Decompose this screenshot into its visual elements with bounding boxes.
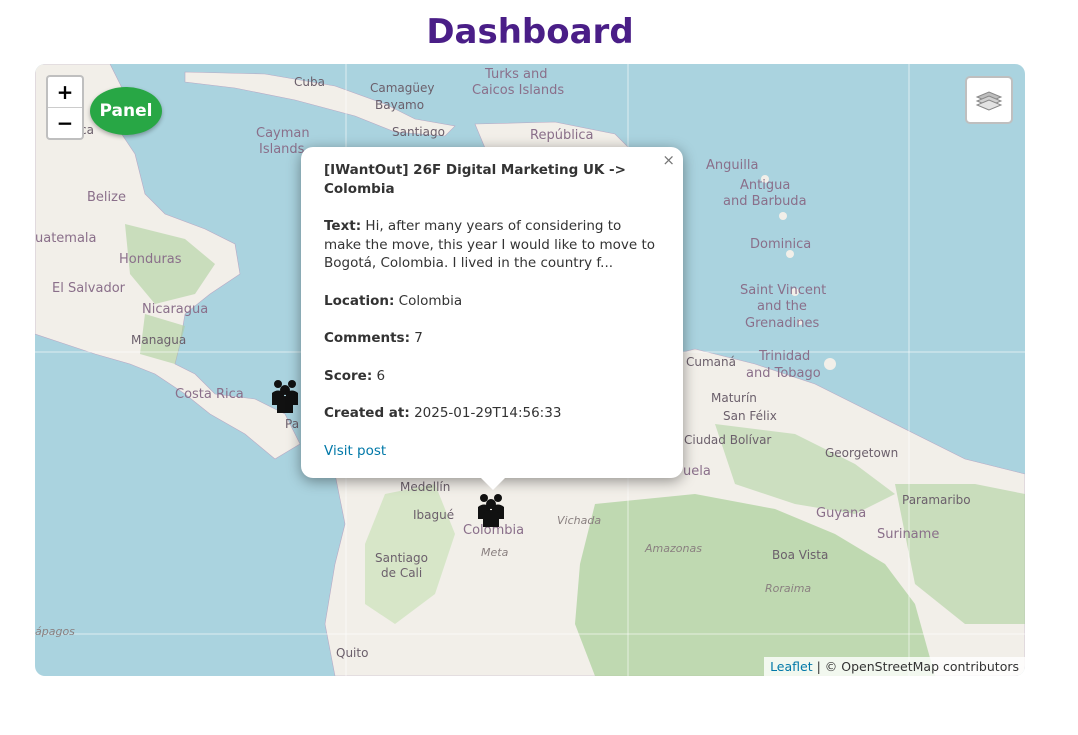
label-cuba: Cuba bbox=[294, 75, 325, 89]
popup-score-value: 6 bbox=[372, 367, 386, 384]
layers-control[interactable] bbox=[965, 76, 1013, 124]
label-ibague: Ibagué bbox=[413, 508, 454, 522]
label-antigua-1: Antigua bbox=[740, 178, 790, 193]
popup-score: Score: 6 bbox=[324, 367, 661, 386]
label-ciudad-bolivar: Ciudad Bolívar bbox=[684, 433, 771, 447]
leaflet-link[interactable]: Leaflet bbox=[770, 659, 813, 674]
label-cumana: Cumaná bbox=[686, 355, 736, 369]
popup-text: Text: Hi, after many years of considerin… bbox=[324, 217, 661, 273]
label-georgetown: Georgetown bbox=[825, 446, 898, 460]
label-guatemala: uatemala bbox=[35, 231, 97, 246]
label-svincent-3: Grenadines bbox=[745, 316, 819, 331]
label-honduras: Honduras bbox=[119, 252, 182, 267]
island bbox=[779, 212, 787, 220]
label-santiago-cali-2: de Cali bbox=[381, 566, 422, 580]
label-antigua-2: and Barbuda bbox=[723, 194, 807, 209]
popup-location-label: Location: bbox=[324, 292, 395, 309]
popup-created-label: Created at: bbox=[324, 405, 410, 421]
group-icon bbox=[478, 494, 504, 527]
popup-text-value: Hi, after many years of considering to m… bbox=[324, 218, 655, 271]
popup-close-button[interactable]: × bbox=[662, 151, 675, 170]
popup-location-value: Colombia bbox=[394, 292, 463, 309]
label-el-salvador: El Salvador bbox=[52, 281, 126, 296]
label-trinidad-1: Trinidad bbox=[758, 349, 810, 364]
popup-tip bbox=[480, 477, 506, 490]
label-pa: Pa bbox=[285, 417, 299, 431]
label-san-felix: San Félix bbox=[723, 409, 777, 423]
popup-comments-value: 7 bbox=[409, 330, 423, 346]
label-suriname: Suriname bbox=[877, 527, 939, 542]
label-amazonas: Amazonas bbox=[644, 542, 702, 555]
group-icon bbox=[272, 380, 298, 413]
label-galapagos: ápagos bbox=[35, 625, 75, 638]
marker-colombia[interactable] bbox=[475, 489, 507, 529]
label-maturin: Maturín bbox=[711, 391, 757, 405]
label-camaguey: Camagüey bbox=[370, 81, 434, 95]
popup-location: Location: Colombia bbox=[324, 292, 661, 311]
popup-text-label: Text: bbox=[324, 218, 362, 234]
page-title: Dashboard bbox=[426, 12, 634, 52]
zoom-in-button[interactable]: + bbox=[48, 77, 82, 107]
label-cayman-2: Islands bbox=[259, 142, 305, 157]
label-guyana: Guyana bbox=[816, 506, 866, 521]
marker-costa-rica[interactable] bbox=[269, 375, 301, 415]
label-meta: Meta bbox=[481, 546, 509, 559]
label-dominica: Dominica bbox=[750, 237, 811, 252]
label-roraima: Roraima bbox=[765, 582, 811, 595]
label-turks-2: Caicos Islands bbox=[472, 83, 564, 98]
popup-title: [IWantOut] 26F Digital Marketing UK -> C… bbox=[324, 162, 626, 197]
label-santiago-cali-1: Santiago bbox=[375, 551, 428, 565]
visit-post-link[interactable]: Visit post bbox=[324, 443, 386, 459]
post-popup: × [IWantOut] 26F Digital Marketing UK ->… bbox=[301, 147, 683, 490]
panel-button[interactable]: Panel bbox=[90, 87, 162, 135]
map-attribution: Leaflet | © OpenStreetMap contributors bbox=[764, 657, 1025, 676]
label-belize: Belize bbox=[87, 190, 126, 205]
layers-icon bbox=[975, 91, 1003, 111]
popup-score-label: Score: bbox=[324, 367, 373, 384]
label-santiago: Santiago bbox=[392, 125, 445, 139]
label-svincent-2: and the bbox=[757, 299, 807, 314]
label-republica: República bbox=[530, 128, 594, 143]
label-bayamo: Bayamo bbox=[375, 98, 424, 112]
attribution-text: | © OpenStreetMap contributors bbox=[812, 659, 1019, 674]
label-medellin: Medellín bbox=[400, 480, 450, 494]
label-paramaribo: Paramaribo bbox=[902, 493, 971, 507]
label-quito: Quito bbox=[336, 646, 368, 660]
popup-created-value: 2025-01-29T14:56:33 bbox=[409, 405, 562, 421]
label-cayman-1: Cayman bbox=[256, 126, 310, 141]
zoom-control: + − bbox=[46, 75, 84, 140]
label-turks-1: Turks and bbox=[484, 67, 547, 82]
popup-comments-label: Comments: bbox=[324, 330, 410, 346]
label-svincent-1: Saint Vincent bbox=[740, 283, 826, 298]
popup-comments: Comments: 7 bbox=[324, 329, 661, 348]
label-anguilla: Anguilla bbox=[706, 158, 758, 173]
popup-created: Created at: 2025-01-29T14:56:33 bbox=[324, 404, 661, 423]
label-venezuela: uela bbox=[683, 464, 711, 479]
island-trinidad bbox=[824, 358, 836, 370]
label-managua: Managua bbox=[131, 333, 186, 347]
label-costa-rica: Costa Rica bbox=[175, 387, 244, 402]
label-trinidad-2: and Tobago bbox=[746, 366, 821, 381]
label-vichada: Vichada bbox=[557, 514, 601, 527]
map-container[interactable]: Cuba Camagüey Bayamo Santiago Turks and … bbox=[35, 64, 1025, 676]
label-nicaragua: Nicaragua bbox=[142, 302, 208, 317]
label-boa-vista: Boa Vista bbox=[772, 548, 828, 562]
zoom-out-button[interactable]: − bbox=[48, 107, 82, 138]
